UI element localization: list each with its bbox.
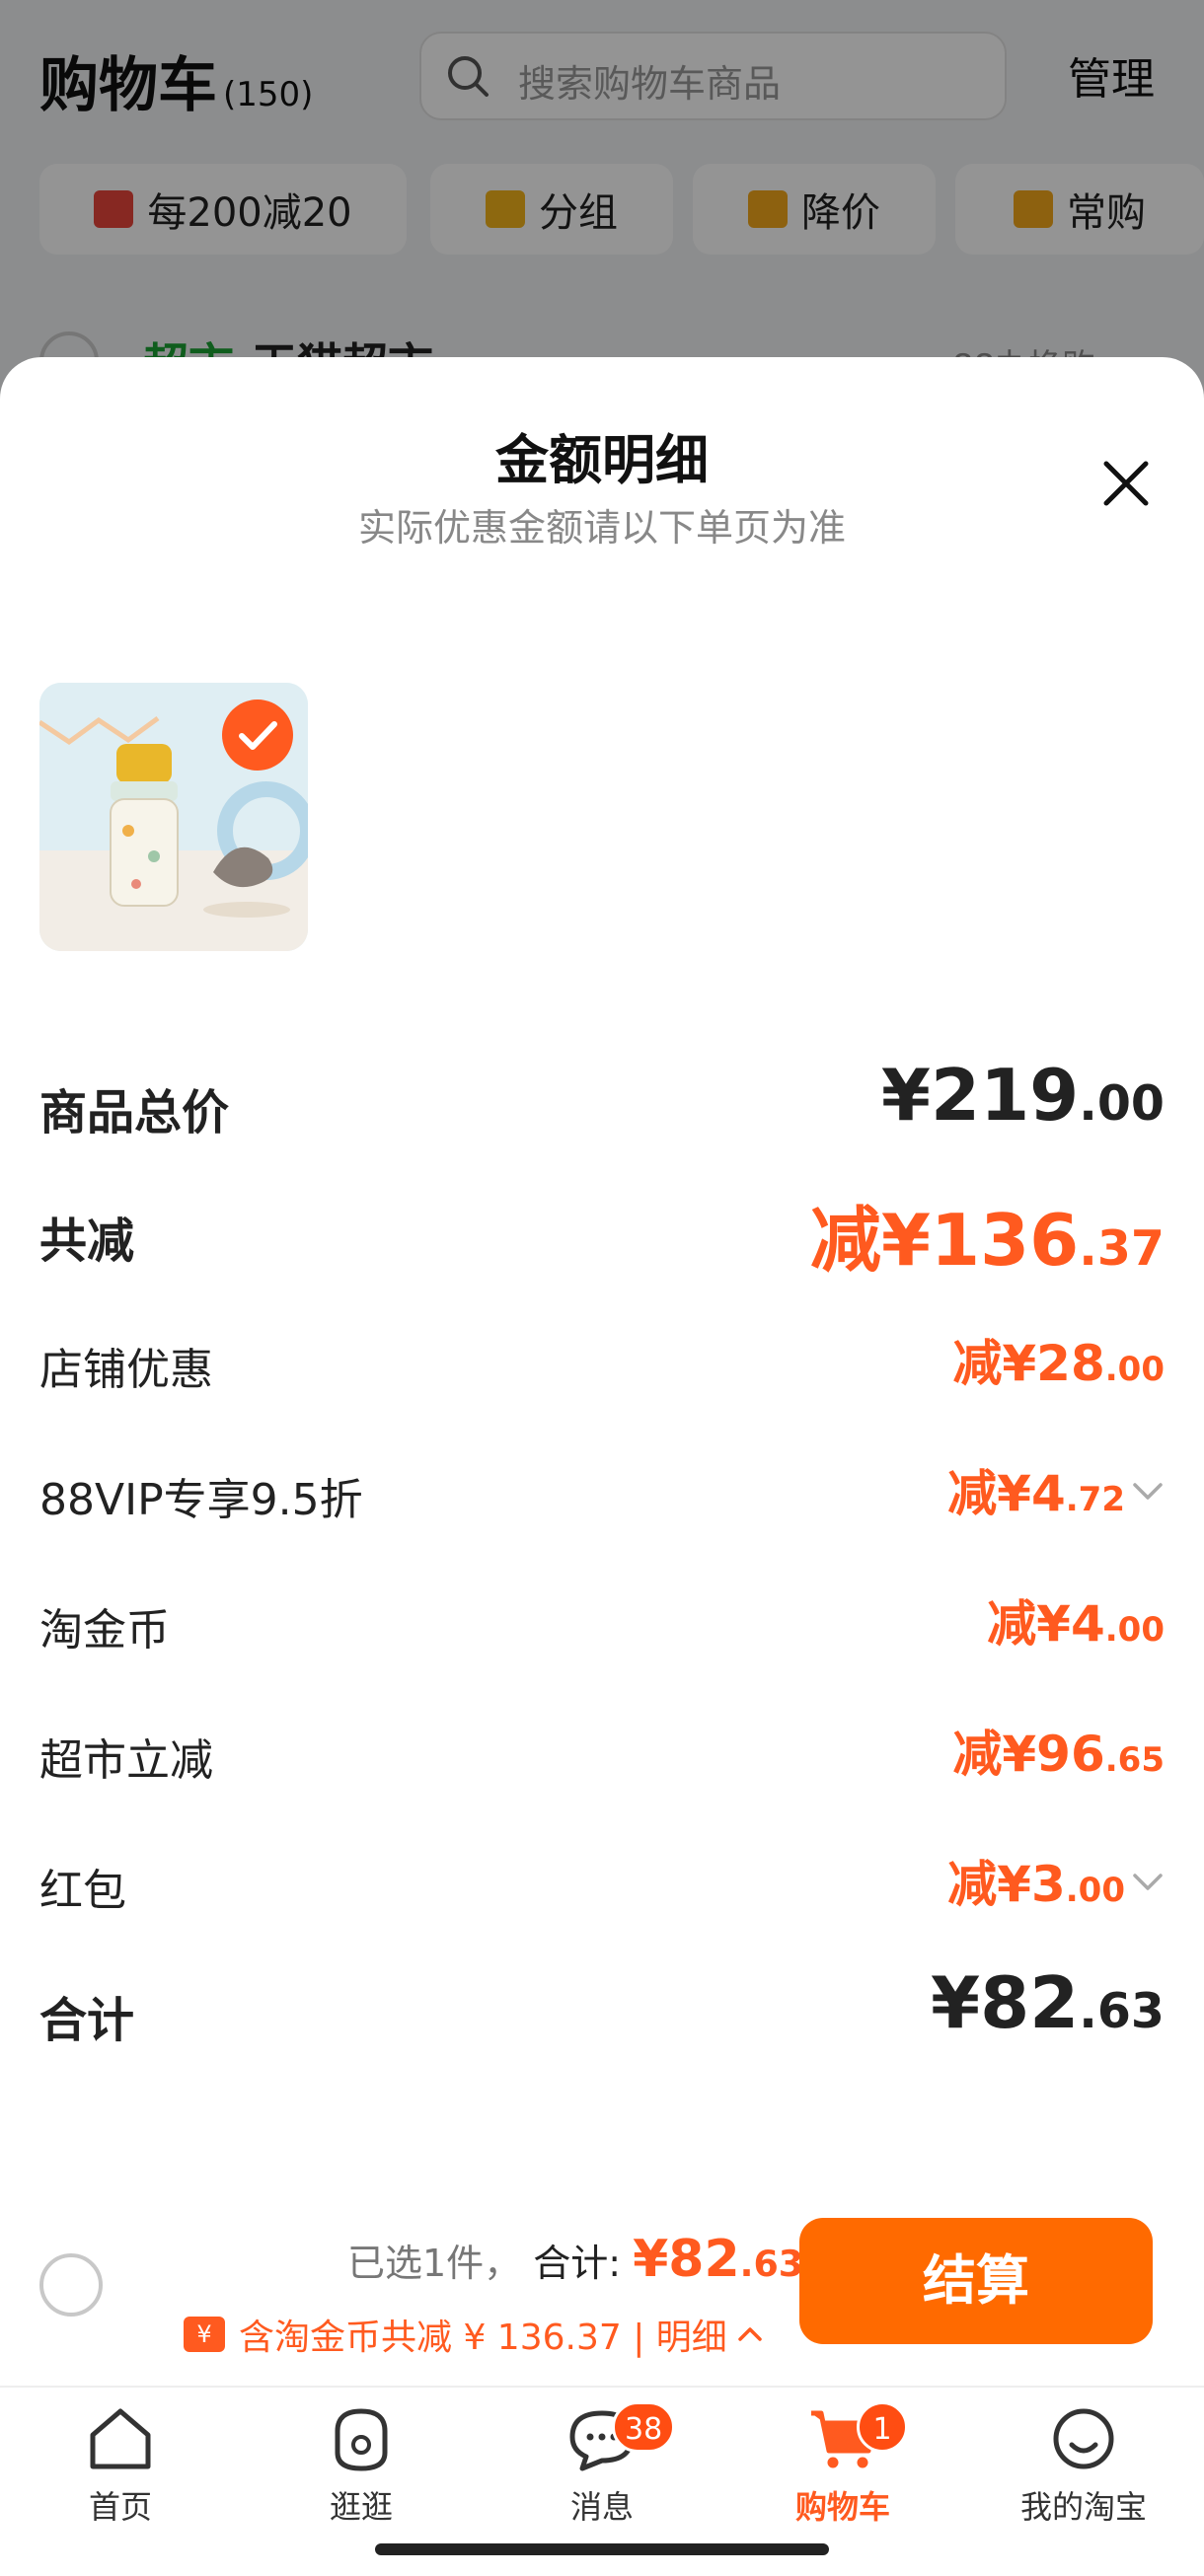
product-thumbnail[interactable] bbox=[39, 683, 308, 951]
row-label: 商品总价 bbox=[39, 1085, 230, 1141]
checkout-button[interactable]: 结算 bbox=[799, 2218, 1153, 2344]
amount-cents: .00 bbox=[1079, 1075, 1165, 1132]
amount-cents: .63 bbox=[739, 2243, 804, 2285]
row-value: 减¥136.37 bbox=[810, 1182, 1165, 1286]
checkout-bar: 已选1件， 合计: ¥82.63 ¥ 含淘金币共减 ¥ 136.37 | 明细 结… bbox=[0, 2192, 1204, 2380]
tab-browse[interactable]: 逛逛 bbox=[263, 2401, 460, 2549]
row-supermarket-discount: 超市立减 减¥96.65 bbox=[39, 1711, 1165, 1800]
row-value: ¥219.00 bbox=[881, 1054, 1165, 1137]
tab-label: 首页 bbox=[88, 2488, 152, 2526]
tab-label: 逛逛 bbox=[329, 2488, 393, 2526]
amount-yuan: 219 bbox=[930, 1054, 1080, 1137]
chevron-down-icon[interactable] bbox=[1131, 1474, 1165, 1508]
selected-count: 已选1件， bbox=[347, 2242, 522, 2285]
select-all-radio[interactable] bbox=[39, 2253, 103, 2317]
chevron-down-icon[interactable] bbox=[1131, 1865, 1165, 1898]
currency-prefix: ¥ bbox=[930, 1961, 981, 2044]
row-red-packet[interactable]: 红包 减¥3.00 bbox=[39, 1841, 1165, 1930]
tab-label: 消息 bbox=[569, 2488, 634, 2526]
discount-text: 含淘金币共减 ¥ 136.37 | 明细 bbox=[239, 2318, 727, 2358]
row-value: ¥82.63 bbox=[931, 1961, 1165, 2044]
profile-icon bbox=[1053, 2408, 1114, 2469]
row-label: 合计 bbox=[39, 1993, 135, 2048]
currency-prefix: 减¥ bbox=[987, 1595, 1071, 1653]
tab-label: 购物车 bbox=[794, 2488, 890, 2526]
currency-prefix: 减¥ bbox=[947, 1856, 1031, 1913]
amount-yuan: 96 bbox=[1036, 1726, 1105, 1783]
currency-prefix: 减¥ bbox=[952, 1335, 1037, 1392]
total-amount: ¥82.63 bbox=[633, 2230, 803, 2289]
row-value: 减¥3.00 bbox=[947, 1845, 1125, 1916]
row-label: 88VIP专享9.5折 bbox=[39, 1475, 363, 1525]
amount-cents: .63 bbox=[1079, 1983, 1165, 2039]
currency-prefix: 减¥ bbox=[809, 1199, 931, 1282]
currency-prefix: 减¥ bbox=[947, 1465, 1031, 1522]
home-icon bbox=[90, 2408, 151, 2469]
amount-yuan: 82 bbox=[668, 2230, 740, 2289]
amount-yuan: 136 bbox=[930, 1199, 1080, 1282]
tab-home[interactable]: 首页 bbox=[22, 2401, 219, 2549]
amount-cents: .00 bbox=[1104, 1350, 1165, 1389]
row-total-discount: 共减 减¥136.37 bbox=[39, 1188, 1165, 1282]
close-icon[interactable] bbox=[1098, 456, 1154, 511]
selected-check[interactable] bbox=[222, 699, 293, 771]
row-value: 减¥4.72 bbox=[947, 1454, 1125, 1525]
currency-prefix: ¥ bbox=[880, 1054, 931, 1137]
currency-prefix: 减¥ bbox=[952, 1726, 1037, 1783]
check-icon bbox=[239, 721, 277, 750]
chevron-up-icon bbox=[738, 2327, 762, 2341]
row-taojinbi: 淘金币 减¥4.00 bbox=[39, 1581, 1165, 1669]
amount-yuan: 4 bbox=[1070, 1595, 1105, 1653]
tab-label: 我的淘宝 bbox=[1019, 2488, 1147, 2526]
row-value: 减¥96.65 bbox=[952, 1715, 1165, 1786]
total-label: 合计: bbox=[533, 2242, 621, 2285]
amount-cents: .72 bbox=[1065, 1480, 1125, 1519]
coupon-icon: ¥ bbox=[184, 2317, 225, 2352]
row-label: 超市立减 bbox=[39, 1735, 213, 1786]
selection-summary: 已选1件， 合计: ¥82.63 bbox=[347, 2230, 803, 2289]
amount-yuan: 28 bbox=[1036, 1335, 1105, 1392]
row-goods-total: 商品总价 ¥219.00 bbox=[39, 1054, 1165, 1148]
row-value: 减¥4.00 bbox=[987, 1584, 1165, 1656]
amount-cents: .00 bbox=[1065, 1871, 1125, 1910]
discount-detail-link[interactable]: ¥ 含淘金币共减 ¥ 136.37 | 明细 bbox=[184, 2309, 765, 2360]
sheet-title: 金额明细 bbox=[495, 429, 709, 491]
row-label: 红包 bbox=[39, 1866, 126, 1916]
tab-profile[interactable]: 我的淘宝 bbox=[985, 2401, 1182, 2549]
amount-cents: .00 bbox=[1104, 1610, 1165, 1650]
amount-cents: .37 bbox=[1079, 1220, 1165, 1277]
row-grand-total: 合计 ¥82.63 bbox=[39, 1961, 1165, 2056]
modal-overlay[interactable] bbox=[0, 0, 1204, 414]
amount-yuan: 82 bbox=[980, 1961, 1080, 2044]
browse-icon bbox=[335, 2408, 388, 2471]
row-88vip-discount[interactable]: 88VIP专享9.5折 减¥4.72 bbox=[39, 1450, 1165, 1539]
tab-cart[interactable]: 购物车 1 bbox=[744, 2401, 941, 2549]
cart-badge: 1 bbox=[857, 2401, 908, 2453]
sheet-subtitle: 实际优惠金额请以下单页为准 bbox=[357, 506, 846, 550]
home-indicator bbox=[375, 2543, 829, 2555]
tab-messages[interactable]: 消息 38 bbox=[503, 2401, 701, 2549]
amount-yuan: 3 bbox=[1030, 1856, 1066, 1913]
message-badge: 38 bbox=[612, 2401, 676, 2453]
row-label: 淘金币 bbox=[39, 1605, 170, 1656]
amount-cents: .65 bbox=[1104, 1740, 1165, 1780]
row-value: 减¥28.00 bbox=[952, 1324, 1165, 1395]
amount-yuan: 4 bbox=[1030, 1465, 1066, 1522]
row-label: 店铺优惠 bbox=[39, 1345, 213, 1395]
currency-prefix: ¥ bbox=[633, 2230, 669, 2289]
row-store-discount: 店铺优惠 减¥28.00 bbox=[39, 1320, 1165, 1409]
row-label: 共减 bbox=[39, 1214, 135, 1269]
